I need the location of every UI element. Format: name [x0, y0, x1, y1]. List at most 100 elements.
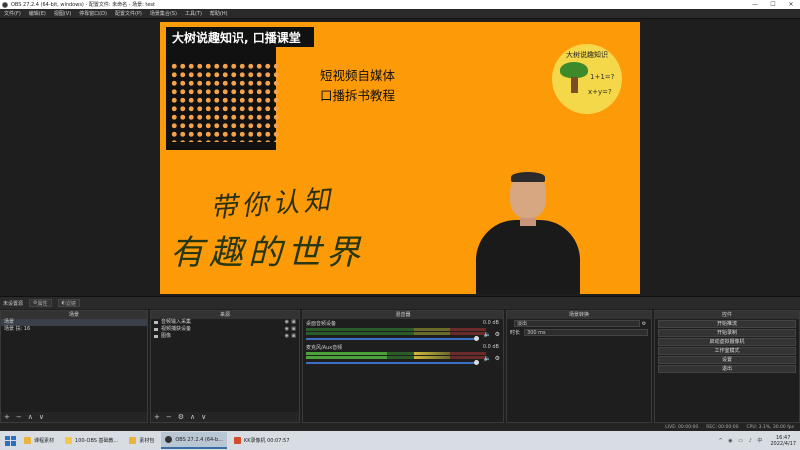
- windows-taskbar: 课程素材 100-OBS 基础教... 素材包 OBS 27.2.4 (64-b…: [0, 431, 800, 450]
- taskbar-item-label: KK录像机 00:07:57: [243, 438, 290, 444]
- preview-canvas[interactable]: 大树说趣知识, 口播课堂 短视频自媒体 口播拆书教程 大树说趣知识 1+1=? …: [160, 22, 640, 294]
- visibility-icon[interactable]: ◉: [285, 333, 289, 340]
- menu-profile[interactable]: 配置文件(P): [115, 10, 142, 17]
- no-source-label: 未设置源: [3, 300, 24, 307]
- logo-equation-2: x+y=?: [588, 88, 612, 96]
- tray-icons[interactable]: ^ ◉ ▭ ♪ 中: [719, 437, 765, 444]
- handwriting-line-1: 带你认知: [209, 184, 336, 225]
- visibility-icon[interactable]: ◉: [285, 319, 289, 326]
- gear-icon[interactable]: ⚙: [495, 331, 500, 338]
- source-settings-icon[interactable]: ⚙: [178, 413, 184, 421]
- menu-edit[interactable]: 编辑(E): [29, 10, 46, 17]
- exit-button[interactable]: 退出: [658, 365, 796, 373]
- duration-input[interactable]: 300 ms: [524, 329, 648, 336]
- gear-icon[interactable]: ⚙: [640, 321, 648, 327]
- subtitle-line-1: 短视频自媒体: [320, 68, 396, 83]
- menu-scene-collection[interactable]: 场景集合(S): [150, 10, 177, 17]
- taskbar-item-obs[interactable]: OBS 27.2.4 (64-b...: [161, 432, 227, 449]
- scene-item[interactable]: 场景: [1, 319, 147, 326]
- microphone-icon: [154, 321, 158, 324]
- banner-title: 大树说趣知识, 口播课堂: [166, 27, 314, 47]
- menu-help[interactable]: 帮助(H): [210, 10, 228, 17]
- taskbar-item-label: 素材包: [139, 438, 155, 444]
- transition-select[interactable]: 淡出: [514, 320, 640, 327]
- volume-meter: [306, 328, 486, 331]
- remove-scene-button[interactable]: −: [16, 413, 22, 421]
- sources-title: 来源: [151, 311, 299, 319]
- speaker-icon[interactable]: 🔈: [484, 331, 491, 338]
- source-label: 视频捕获设备: [161, 326, 192, 332]
- move-up-button[interactable]: ∧: [28, 413, 33, 421]
- obs-icon: [165, 436, 173, 443]
- move-up-button[interactable]: ∧: [190, 413, 195, 421]
- source-label: 图像: [161, 333, 172, 339]
- channel-db: 0.0 dB: [482, 320, 499, 326]
- sources-toolbar: + − ⚙ ∧ ∨: [151, 412, 299, 422]
- move-down-button[interactable]: ∨: [39, 413, 44, 421]
- gear-icon[interactable]: ⚙: [495, 355, 500, 362]
- lock-icon[interactable]: ▣: [291, 333, 296, 340]
- subtitle-line-2: 口播拆书教程: [320, 88, 396, 103]
- properties-button[interactable]: ⚙ 属性: [29, 299, 52, 307]
- visibility-icon[interactable]: ◉: [285, 326, 289, 333]
- volume-slider[interactable]: [306, 360, 479, 365]
- menu-docks[interactable]: 停靠窗口(D): [79, 10, 107, 17]
- logo-title: 大树说趣知识: [566, 51, 608, 59]
- taskbar-item[interactable]: 100-OBS 基础教...: [61, 432, 122, 449]
- channel-name: 桌面音频设备: [306, 321, 337, 327]
- transition-type-row: 淡出 ⚙: [507, 319, 651, 328]
- lock-icon[interactable]: ▣: [291, 326, 296, 333]
- handwriting-line-2: 有趣的世界: [170, 233, 365, 273]
- filters-button[interactable]: ◐ 滤镜: [57, 299, 80, 307]
- presenter-hair: [511, 172, 545, 182]
- move-down-button[interactable]: ∨: [201, 413, 206, 421]
- menu-file[interactable]: 文件(F): [4, 10, 21, 17]
- taskbar-item[interactable]: 课程素材: [20, 432, 58, 449]
- close-button[interactable]: ✕: [782, 0, 800, 9]
- window-controls: — ☐ ✕: [746, 0, 800, 9]
- controls-dock: 控件 开始推流 开始录制 启动虚拟摄像机 工作室模式 设置 退出: [654, 310, 800, 423]
- volume-slider[interactable]: [306, 336, 479, 341]
- source-item[interactable]: 音频输入采集 ◉ ▣: [151, 319, 299, 326]
- lock-icon[interactable]: ▣: [291, 319, 296, 326]
- studio-mode-button[interactable]: 工作室模式: [658, 347, 796, 355]
- start-recording-button[interactable]: 开始录制: [658, 329, 796, 337]
- channel-name: 麦克风/Aux音频: [306, 345, 343, 351]
- presenter-video: [468, 172, 588, 294]
- audio-mixer-dock: 混音器 桌面音频设备 0.0 dB 🔈 ⚙ 麦克风/Aux音频 0.0 dB 🔈…: [302, 310, 504, 423]
- source-item[interactable]: 图像 ◉ ▣: [151, 333, 299, 340]
- windows-start-icon[interactable]: [3, 434, 17, 448]
- cpu-status: CPU: 3.1%, 30.00 fps: [746, 424, 795, 430]
- camera-icon: [154, 328, 158, 331]
- rec-status: REC: 00:00:00: [706, 424, 739, 430]
- add-scene-button[interactable]: +: [4, 413, 10, 421]
- taskbar-item[interactable]: KK录像机 00:07:57: [230, 432, 294, 449]
- scenes-title: 场景: [1, 311, 147, 319]
- scene-item[interactable]: 场景 扶: 16: [1, 326, 147, 333]
- menu-view[interactable]: 视图(V): [54, 10, 71, 17]
- menu-tools[interactable]: 工具(T): [185, 10, 202, 17]
- system-tray: ^ ◉ ▭ ♪ 中 16:47 2022/4/17: [719, 432, 796, 449]
- speaker-icon[interactable]: 🔈: [484, 355, 491, 362]
- duration-row: 时长 300 ms: [507, 328, 651, 337]
- virtual-camera-button[interactable]: 启动虚拟摄像机: [658, 338, 796, 346]
- clock[interactable]: 16:47 2022/4/17: [770, 435, 796, 447]
- minimize-button[interactable]: —: [746, 0, 764, 9]
- status-bar: LIVE: 00:00:00 REC: 00:00:00 CPU: 3.1%, …: [0, 423, 800, 431]
- add-source-button[interactable]: +: [154, 413, 160, 421]
- maximize-button[interactable]: ☐: [764, 0, 782, 9]
- taskbar-item[interactable]: 素材包: [125, 432, 158, 449]
- folder-icon: [24, 437, 31, 444]
- image-icon: [154, 335, 158, 338]
- settings-button[interactable]: 设置: [658, 356, 796, 364]
- remove-source-button[interactable]: −: [166, 413, 172, 421]
- volume-meter: [306, 356, 486, 359]
- duration-label: 时长: [510, 330, 521, 336]
- obs-logo-icon: [2, 1, 8, 8]
- clock-date: 2022/4/17: [770, 440, 796, 447]
- channel-logo: 大树说趣知识 1+1=? x+y=?: [552, 44, 622, 114]
- start-streaming-button[interactable]: 开始推流: [658, 320, 796, 328]
- source-item[interactable]: 视频捕获设备 ◉ ▣: [151, 326, 299, 333]
- properties-label: 属性: [37, 300, 48, 307]
- transitions-title: 场景转换: [507, 311, 651, 319]
